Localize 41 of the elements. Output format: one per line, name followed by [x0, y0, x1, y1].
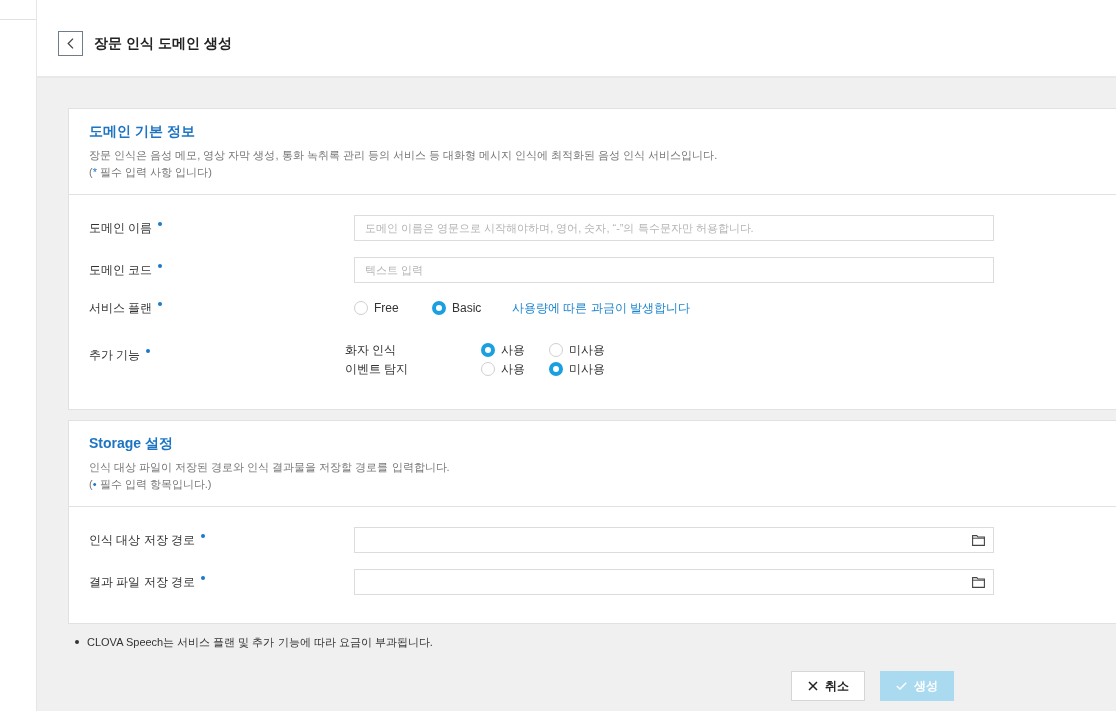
page-title: 장문 인식 도메인 생성: [94, 34, 232, 52]
folder-icon: [972, 534, 985, 546]
required-note: (* 필수 입력 사항 입니다): [89, 165, 213, 180]
field-label: 서비스 플랜: [89, 300, 153, 317]
radio-button[interactable]: [481, 362, 495, 376]
field-label: 결과 파일 저장 경로: [89, 574, 195, 591]
radio-button[interactable]: [481, 343, 495, 357]
option-label: 사용: [501, 342, 525, 359]
close-icon: [807, 681, 818, 691]
option-label: 미사용: [569, 361, 605, 378]
section-description: 인식 대상 파일이 저장된 경로와 인식 결과물을 저장할 경로를 입력합니다.: [89, 460, 451, 475]
bullet-icon: [75, 640, 79, 644]
required-note: (• 필수 입력 항목입니다.): [89, 477, 213, 492]
footnote-text: CLOVA Speech는 서비스 플랜 및 추가 기능에 따라 요금이 부과됩니다.: [87, 635, 433, 650]
radio-button[interactable]: [432, 301, 446, 315]
feature-label: 이벤트 탐지: [345, 361, 410, 378]
section-description: 장문 인식은 음성 메모, 영상 자막 생성, 통화 녹취록 관리 등의 서비스 등 대화형 메시지 인식에 최적화된 음성 인식 서비스입니다.: [89, 148, 719, 163]
radio-button[interactable]: [549, 343, 563, 357]
cancel-button[interactable]: 취소: [791, 671, 865, 701]
field-label: 도메인 코드: [89, 262, 153, 279]
field-label: 추가 기능: [89, 347, 141, 364]
section-title: 도메인 기본 정보: [89, 122, 196, 141]
section-title: Storage 설정: [89, 434, 174, 453]
chevron-left-icon: [67, 37, 74, 49]
input-field[interactable]: [354, 527, 994, 553]
input-field[interactable]: [354, 569, 994, 595]
radio-button[interactable]: [549, 362, 563, 376]
input-field[interactable]: 도메인 이름은 영문으로 시작해야하며, 영어, 숫자, “-”의 특수문자만 허용합니다.: [354, 215, 994, 241]
feature-label: 화자 인식: [345, 342, 398, 359]
option-label: 사용: [501, 361, 525, 378]
radio-button[interactable]: [354, 301, 368, 315]
option-label: 미사용: [569, 342, 605, 359]
check-icon: [896, 682, 907, 690]
folder-icon: [972, 576, 985, 588]
back-button[interactable]: [58, 30, 83, 56]
option-label: Free: [374, 300, 399, 317]
pricing-link[interactable]: 사용량에 따른 과금이 발생합니다: [512, 299, 690, 317]
option-label: Basic: [452, 300, 482, 317]
field-label: 도메인 이름: [89, 220, 153, 237]
field-label: 인식 대상 저장 경로: [89, 532, 195, 549]
input-field[interactable]: 텍스트 입력: [354, 257, 994, 283]
